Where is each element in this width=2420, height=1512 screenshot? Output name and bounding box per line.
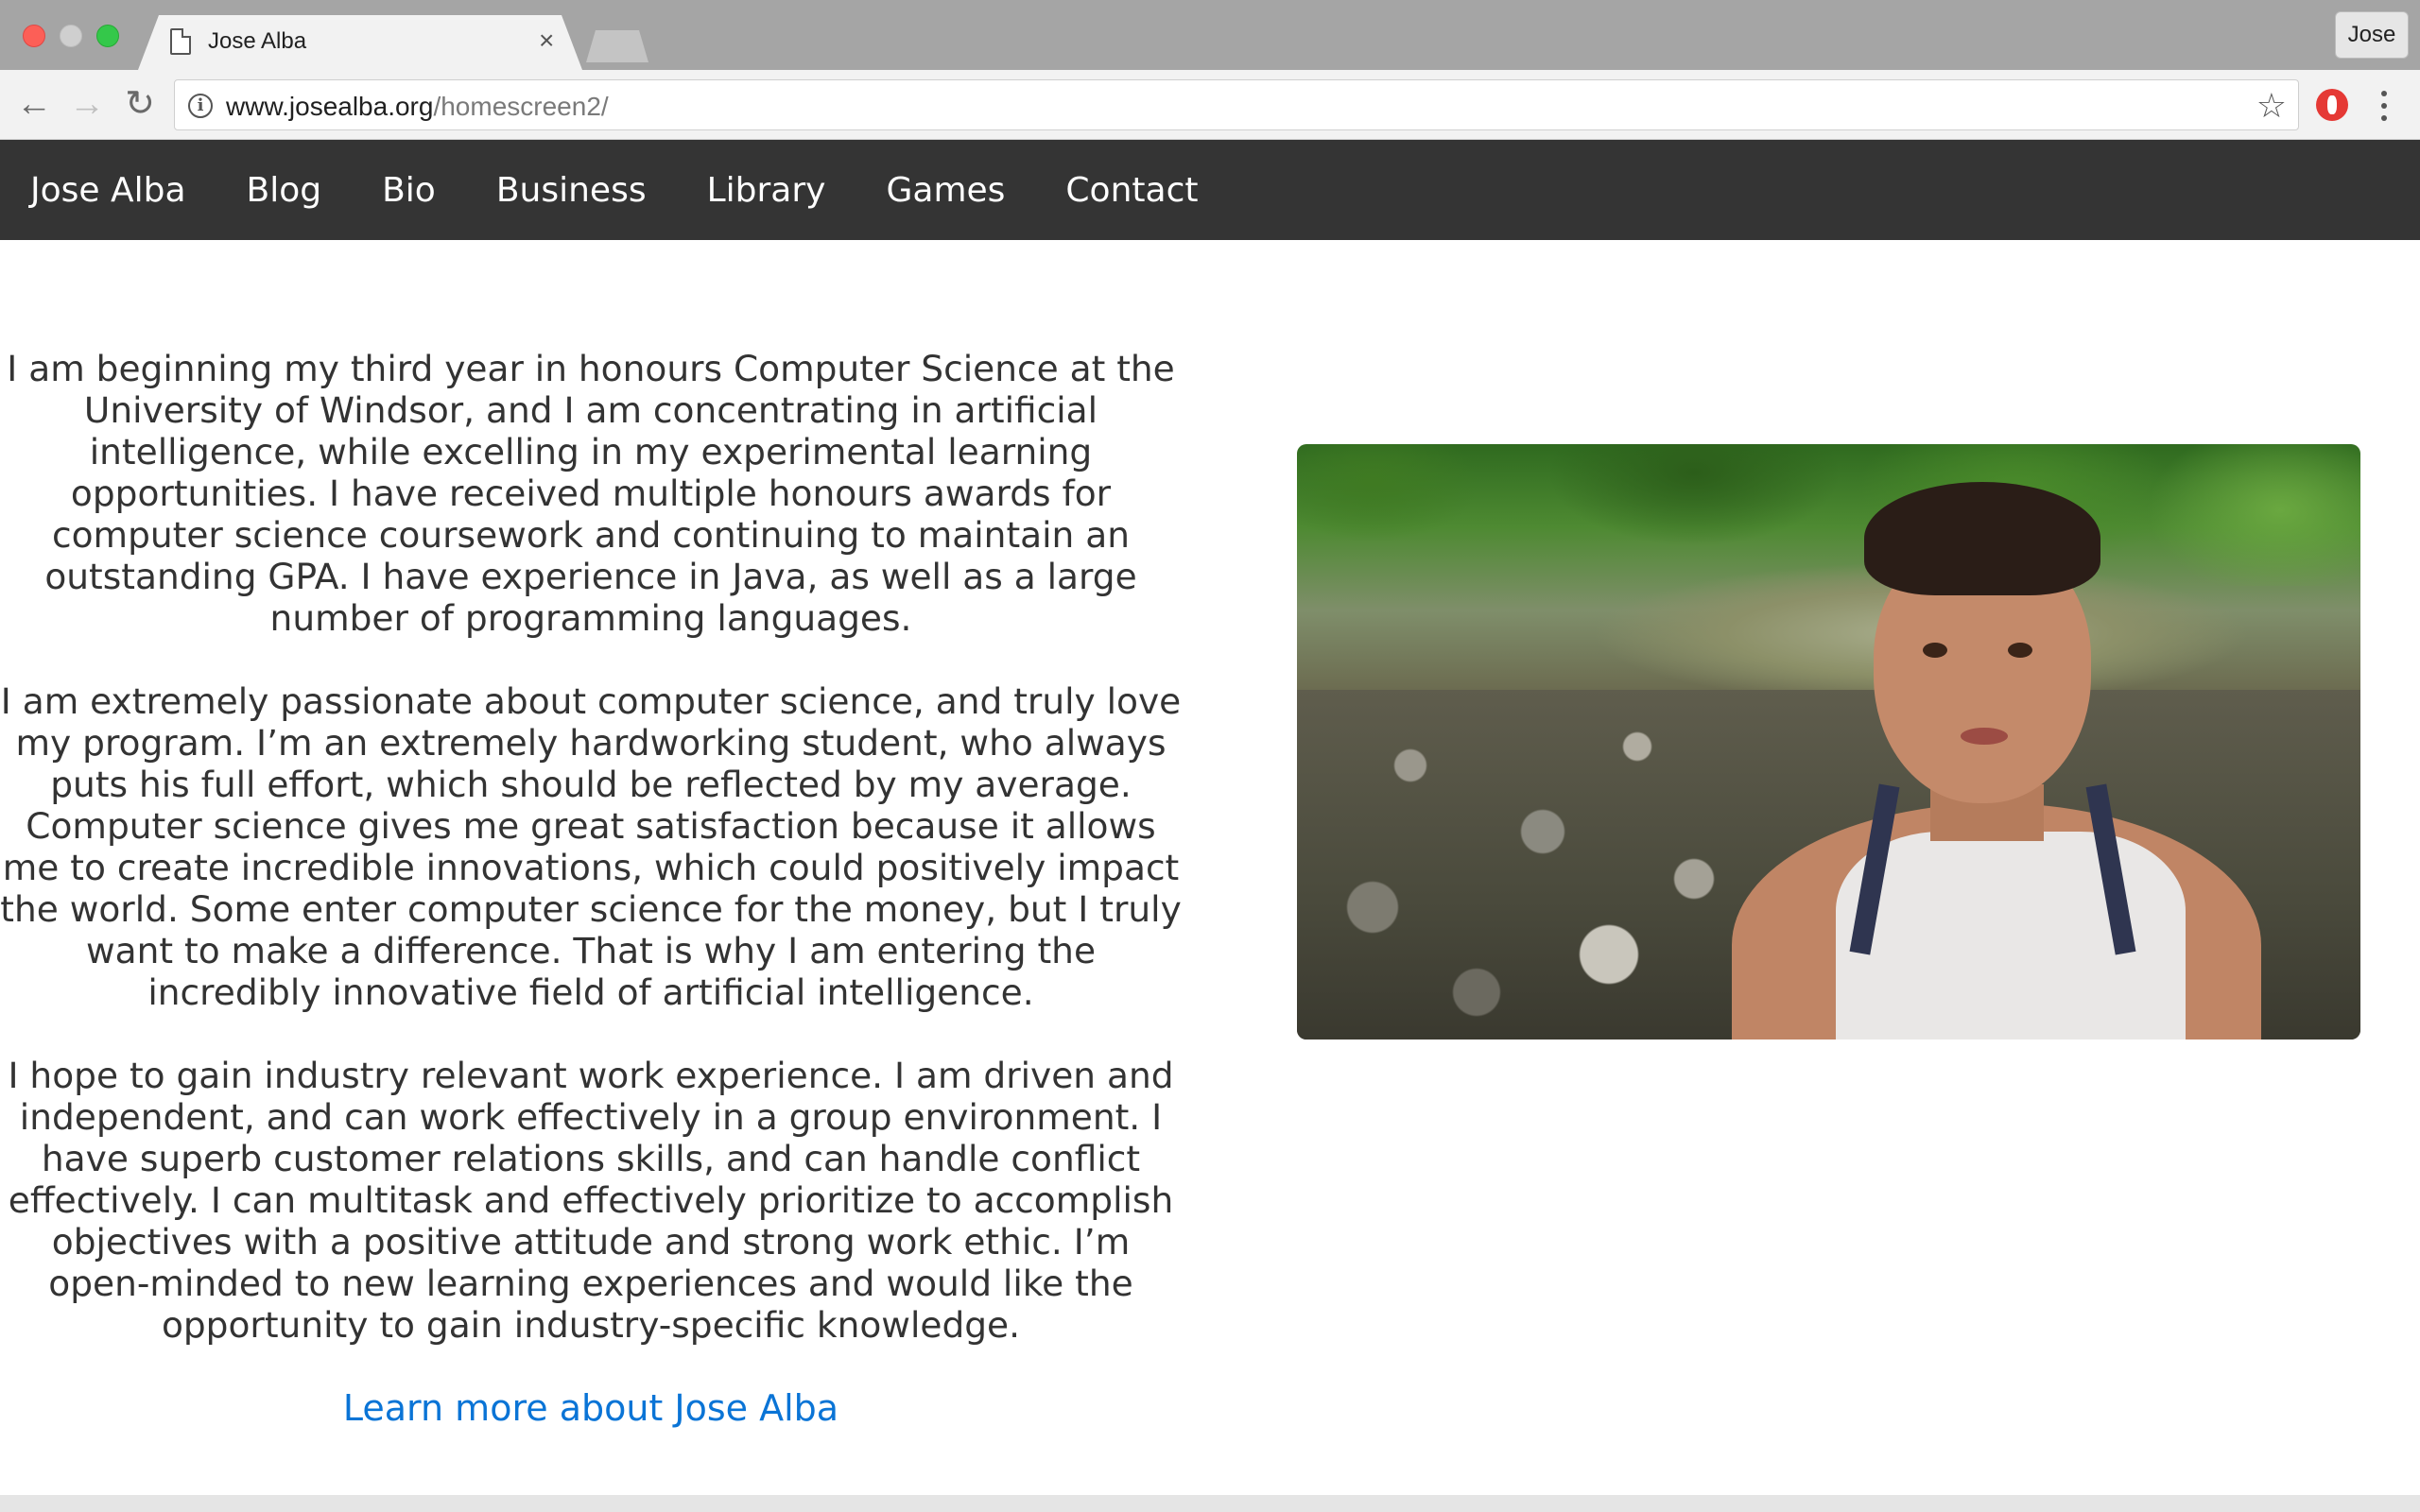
nav-link-blog[interactable]: Blog [247,171,322,210]
bio-paragraph: I am extremely passionate about computer… [0,680,1182,1013]
tab-close-icon[interactable]: × [539,26,554,55]
site-navbar: Jose Alba Blog Bio Business Library Game… [0,140,2420,240]
new-tab-button[interactable] [586,30,648,62]
forward-arrow-icon[interactable]: → [66,83,108,125]
window-close-button[interactable] [23,25,45,47]
browser-toolbar: ← → ↻ i www.josealba.org/homescreen2/ ☆ [0,70,2420,140]
browser-tab-active[interactable]: Jose Alba × [138,15,582,70]
url-text[interactable]: www.josealba.org/homescreen2/ [226,92,609,122]
learn-more-link[interactable]: Learn more about Jose Alba [343,1387,838,1429]
nav-link-contact[interactable]: Contact [1065,171,1198,210]
back-arrow-icon[interactable]: ← [13,83,55,125]
extension-icon[interactable] [2316,89,2348,121]
info-icon[interactable]: i [188,94,213,118]
nav-brand-link[interactable]: Jose Alba [30,171,186,210]
browser-tabstrip: Jose Alba × Jose [0,0,2420,70]
url-host: www.josealba.org [226,92,434,121]
footer-strip [0,1495,2420,1512]
reload-icon[interactable]: ↻ [119,83,161,125]
person-figure [1732,482,2261,1040]
bio-paragraph: I am beginning my third year in honours … [7,348,1175,639]
bio-section: I am beginning my third year in honours … [0,348,1182,1429]
nav-link-business[interactable]: Business [496,171,647,210]
window-maximize-button[interactable] [96,25,119,47]
bio-paragraph: I hope to gain industry relevant work ex… [8,1055,1174,1346]
nav-link-library[interactable]: Library [707,171,826,210]
document-icon [170,28,191,55]
nav-link-bio[interactable]: Bio [382,171,436,210]
profile-button[interactable]: Jose [2335,11,2409,59]
address-bar[interactable]: i www.josealba.org/homescreen2/ ☆ [174,79,2299,130]
window-minimize-button[interactable] [60,25,82,47]
bookmark-star-icon[interactable]: ☆ [2256,86,2287,126]
browser-menu-icon[interactable] [2375,87,2394,125]
nav-link-games[interactable]: Games [886,171,1005,210]
tab-title: Jose Alba [208,28,307,54]
profile-photo [1297,444,2360,1040]
main-content: I am beginning my third year in honours … [0,240,2420,1495]
url-path: /homescreen2/ [433,92,609,121]
